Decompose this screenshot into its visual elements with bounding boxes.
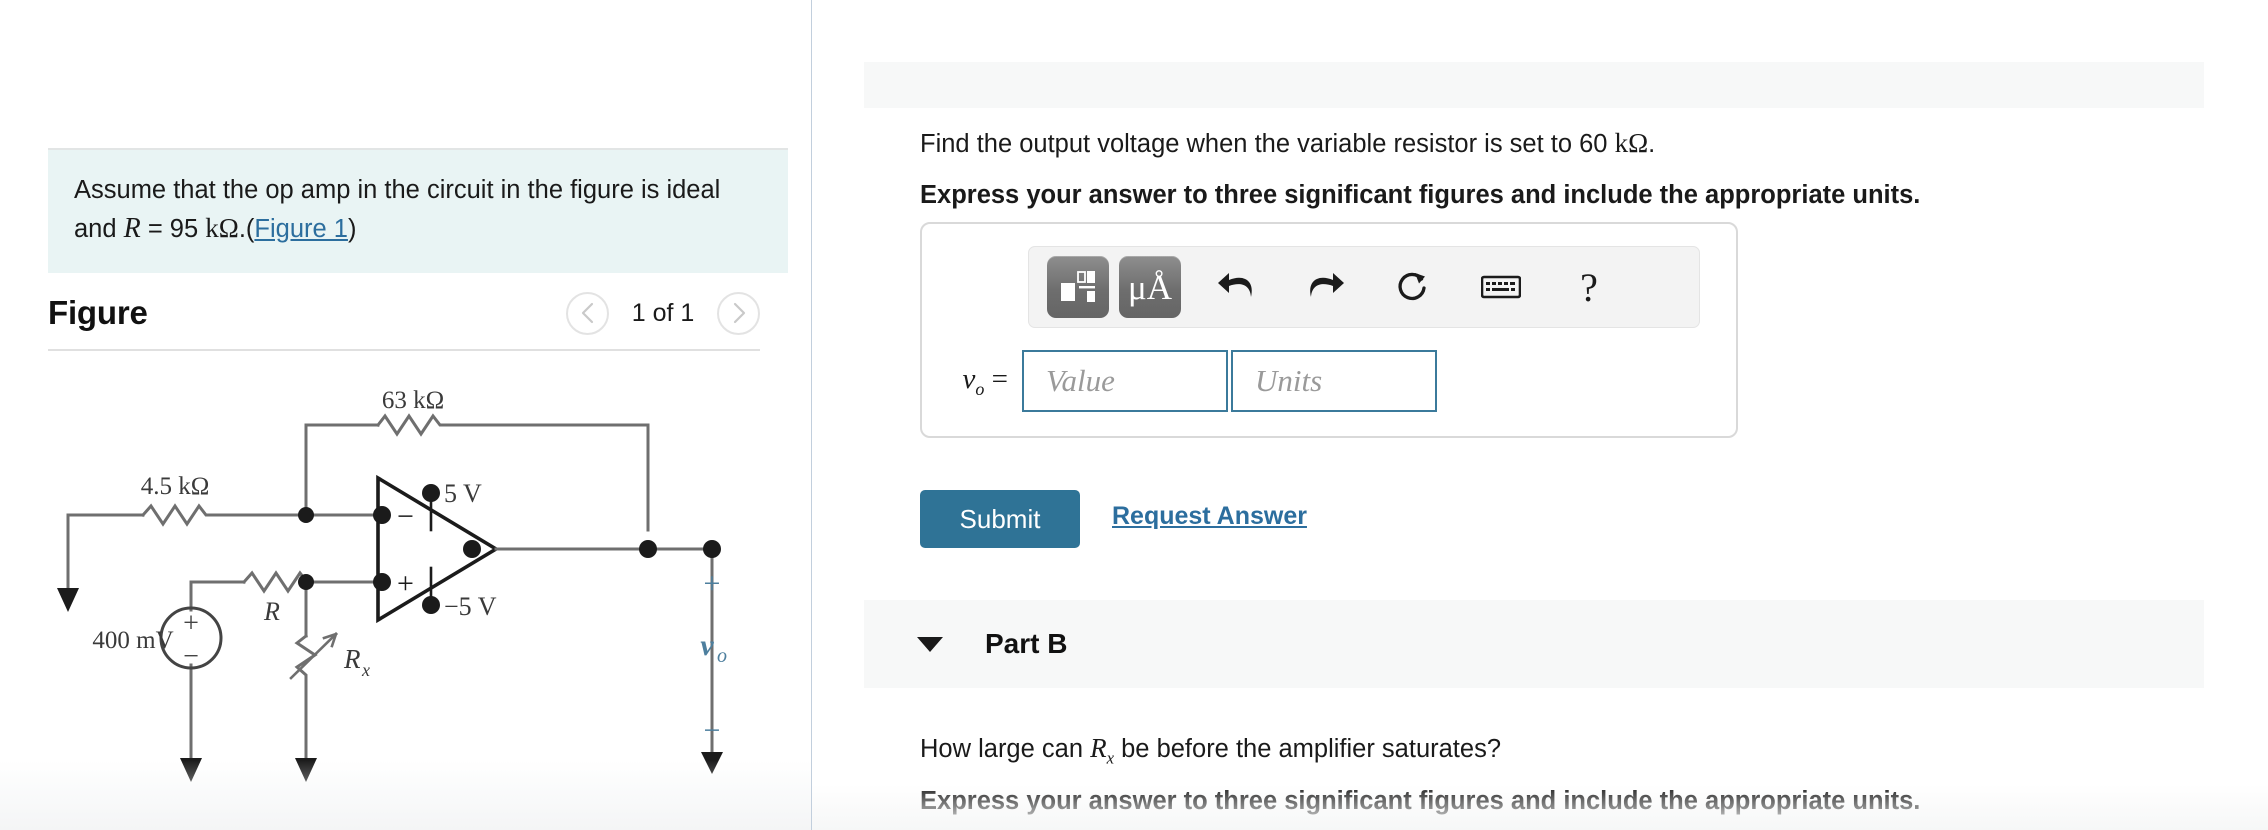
reset-button[interactable] [1381, 256, 1445, 318]
answer-variable-label: vo = [944, 363, 1022, 400]
part-b-prompt: How large can Rx be before the amplifier… [920, 730, 2120, 770]
part-b-header-bar[interactable]: Part B [864, 600, 2204, 688]
label-positive-supply: 5 V [444, 479, 482, 508]
answer-equals-sign: = [991, 362, 1008, 395]
opamp-circuit-svg: 63 kΩ 4.5 kΩ R 400 mV R x + − − + 5 V −5… [57, 390, 727, 782]
label-variable-resistor-sub: x [361, 660, 370, 680]
caret-down-icon[interactable] [917, 636, 943, 652]
source-plus-sign: + [183, 608, 199, 639]
keyboard-icon [1481, 275, 1521, 299]
resistance-equals-value: = 95 [140, 214, 206, 243]
units-button[interactable]: μÅ [1119, 256, 1181, 318]
answer-panel: Find the output voltage when the variabl… [812, 0, 2268, 830]
resistance-symbol: R [123, 212, 141, 244]
figure-prev-button[interactable] [566, 291, 609, 335]
figure-divider [48, 349, 760, 351]
chevron-right-icon [733, 302, 745, 324]
part-a-answer-box: μÅ ? vo = Value Units [920, 222, 1738, 438]
answer-variable-subscript: o [975, 378, 985, 399]
label-bias-resistor: R [263, 597, 280, 626]
request-answer-link[interactable]: Request Answer [1112, 502, 1307, 531]
problem-statement-line2-prefix: and [74, 214, 124, 243]
label-source-value: 400 mV [92, 627, 173, 654]
figure-panel: Assume that the op amp in the circuit in… [0, 0, 812, 830]
figure-title: Figure [48, 294, 148, 331]
circuit-diagram: 63 kΩ 4.5 kΩ R 400 mV R x + − − + 5 V −5… [48, 390, 788, 800]
ground-arrowheads [57, 588, 723, 782]
micro-angstrom-units-icon: μÅ [1127, 267, 1173, 307]
figure-header: Figure 1 of 1 [48, 277, 760, 349]
part-b-instruction: Express your answer to three significant… [920, 787, 1921, 815]
part-b-prompt-post: be before the amplifier saturates? [1114, 735, 1502, 763]
label-variable-resistor: R [343, 644, 361, 674]
part-a-header-bar[interactable] [864, 62, 2204, 108]
help-button[interactable]: ? [1557, 256, 1621, 318]
answer-variable-symbol: v [962, 362, 976, 395]
reset-circular-arrow-icon [1398, 272, 1426, 301]
answer-input-row: vo = [944, 350, 1437, 412]
part-a-prompt-unit: kΩ [1614, 128, 1649, 158]
label-input-resistor: 4.5 kΩ [141, 473, 210, 500]
output-voltage-label-sub: o [717, 645, 727, 667]
undo-arrow-icon [1218, 273, 1252, 297]
part-a-instruction: Express your answer to three significant… [920, 181, 1921, 209]
output-minus-sign: − [704, 714, 721, 747]
math-template-button[interactable] [1047, 256, 1109, 318]
part-b-prompt-symbol: Rx [1090, 733, 1115, 768]
undo-button[interactable] [1205, 256, 1269, 318]
redo-arrow-icon [1310, 273, 1344, 297]
label-negative-supply: −5 V [444, 592, 497, 621]
math-toolbar: μÅ ? [1028, 246, 1700, 328]
output-voltage-label: v [700, 629, 714, 662]
opamp-noninverting-sign: + [397, 567, 414, 600]
part-b-prompt-pre: How large can [920, 735, 1091, 763]
part-a-prompt-pre: Find the output voltage when the variabl… [920, 130, 1615, 158]
math-template-icon [1061, 271, 1095, 302]
paren-close: ) [347, 214, 357, 243]
paren-open: .( [238, 214, 255, 243]
answer-value-input[interactable] [1022, 350, 1228, 412]
label-feedback-resistor: 63 kΩ [382, 390, 444, 414]
problem-statement-box: Assume that the op amp in the circuit in… [48, 148, 788, 274]
keyboard-button[interactable] [1469, 256, 1533, 318]
part-a-prompt: Find the output voltage when the variabl… [920, 125, 2120, 163]
output-plus-sign: + [704, 567, 721, 600]
redo-button[interactable] [1293, 256, 1357, 318]
figure-navigation: 1 of 1 [566, 291, 760, 335]
answer-units-input[interactable] [1231, 350, 1437, 412]
resistance-unit: kΩ [205, 212, 239, 243]
source-minus-sign: − [183, 641, 199, 672]
figure-1-link[interactable]: Figure 1 [254, 215, 348, 243]
problem-page: Assume that the op amp in the circuit in… [0, 0, 2268, 830]
submit-button[interactable]: Submit [920, 490, 1080, 548]
opamp-inverting-sign: − [397, 500, 414, 533]
part-b-title: Part B [985, 628, 1068, 659]
problem-statement-line1: Assume that the op amp in the circuit in… [74, 176, 721, 204]
figure-next-button[interactable] [717, 291, 760, 335]
chevron-left-icon [581, 302, 593, 324]
part-a-prompt-post: . [1648, 130, 1656, 158]
figure-counter: 1 of 1 [631, 298, 695, 327]
